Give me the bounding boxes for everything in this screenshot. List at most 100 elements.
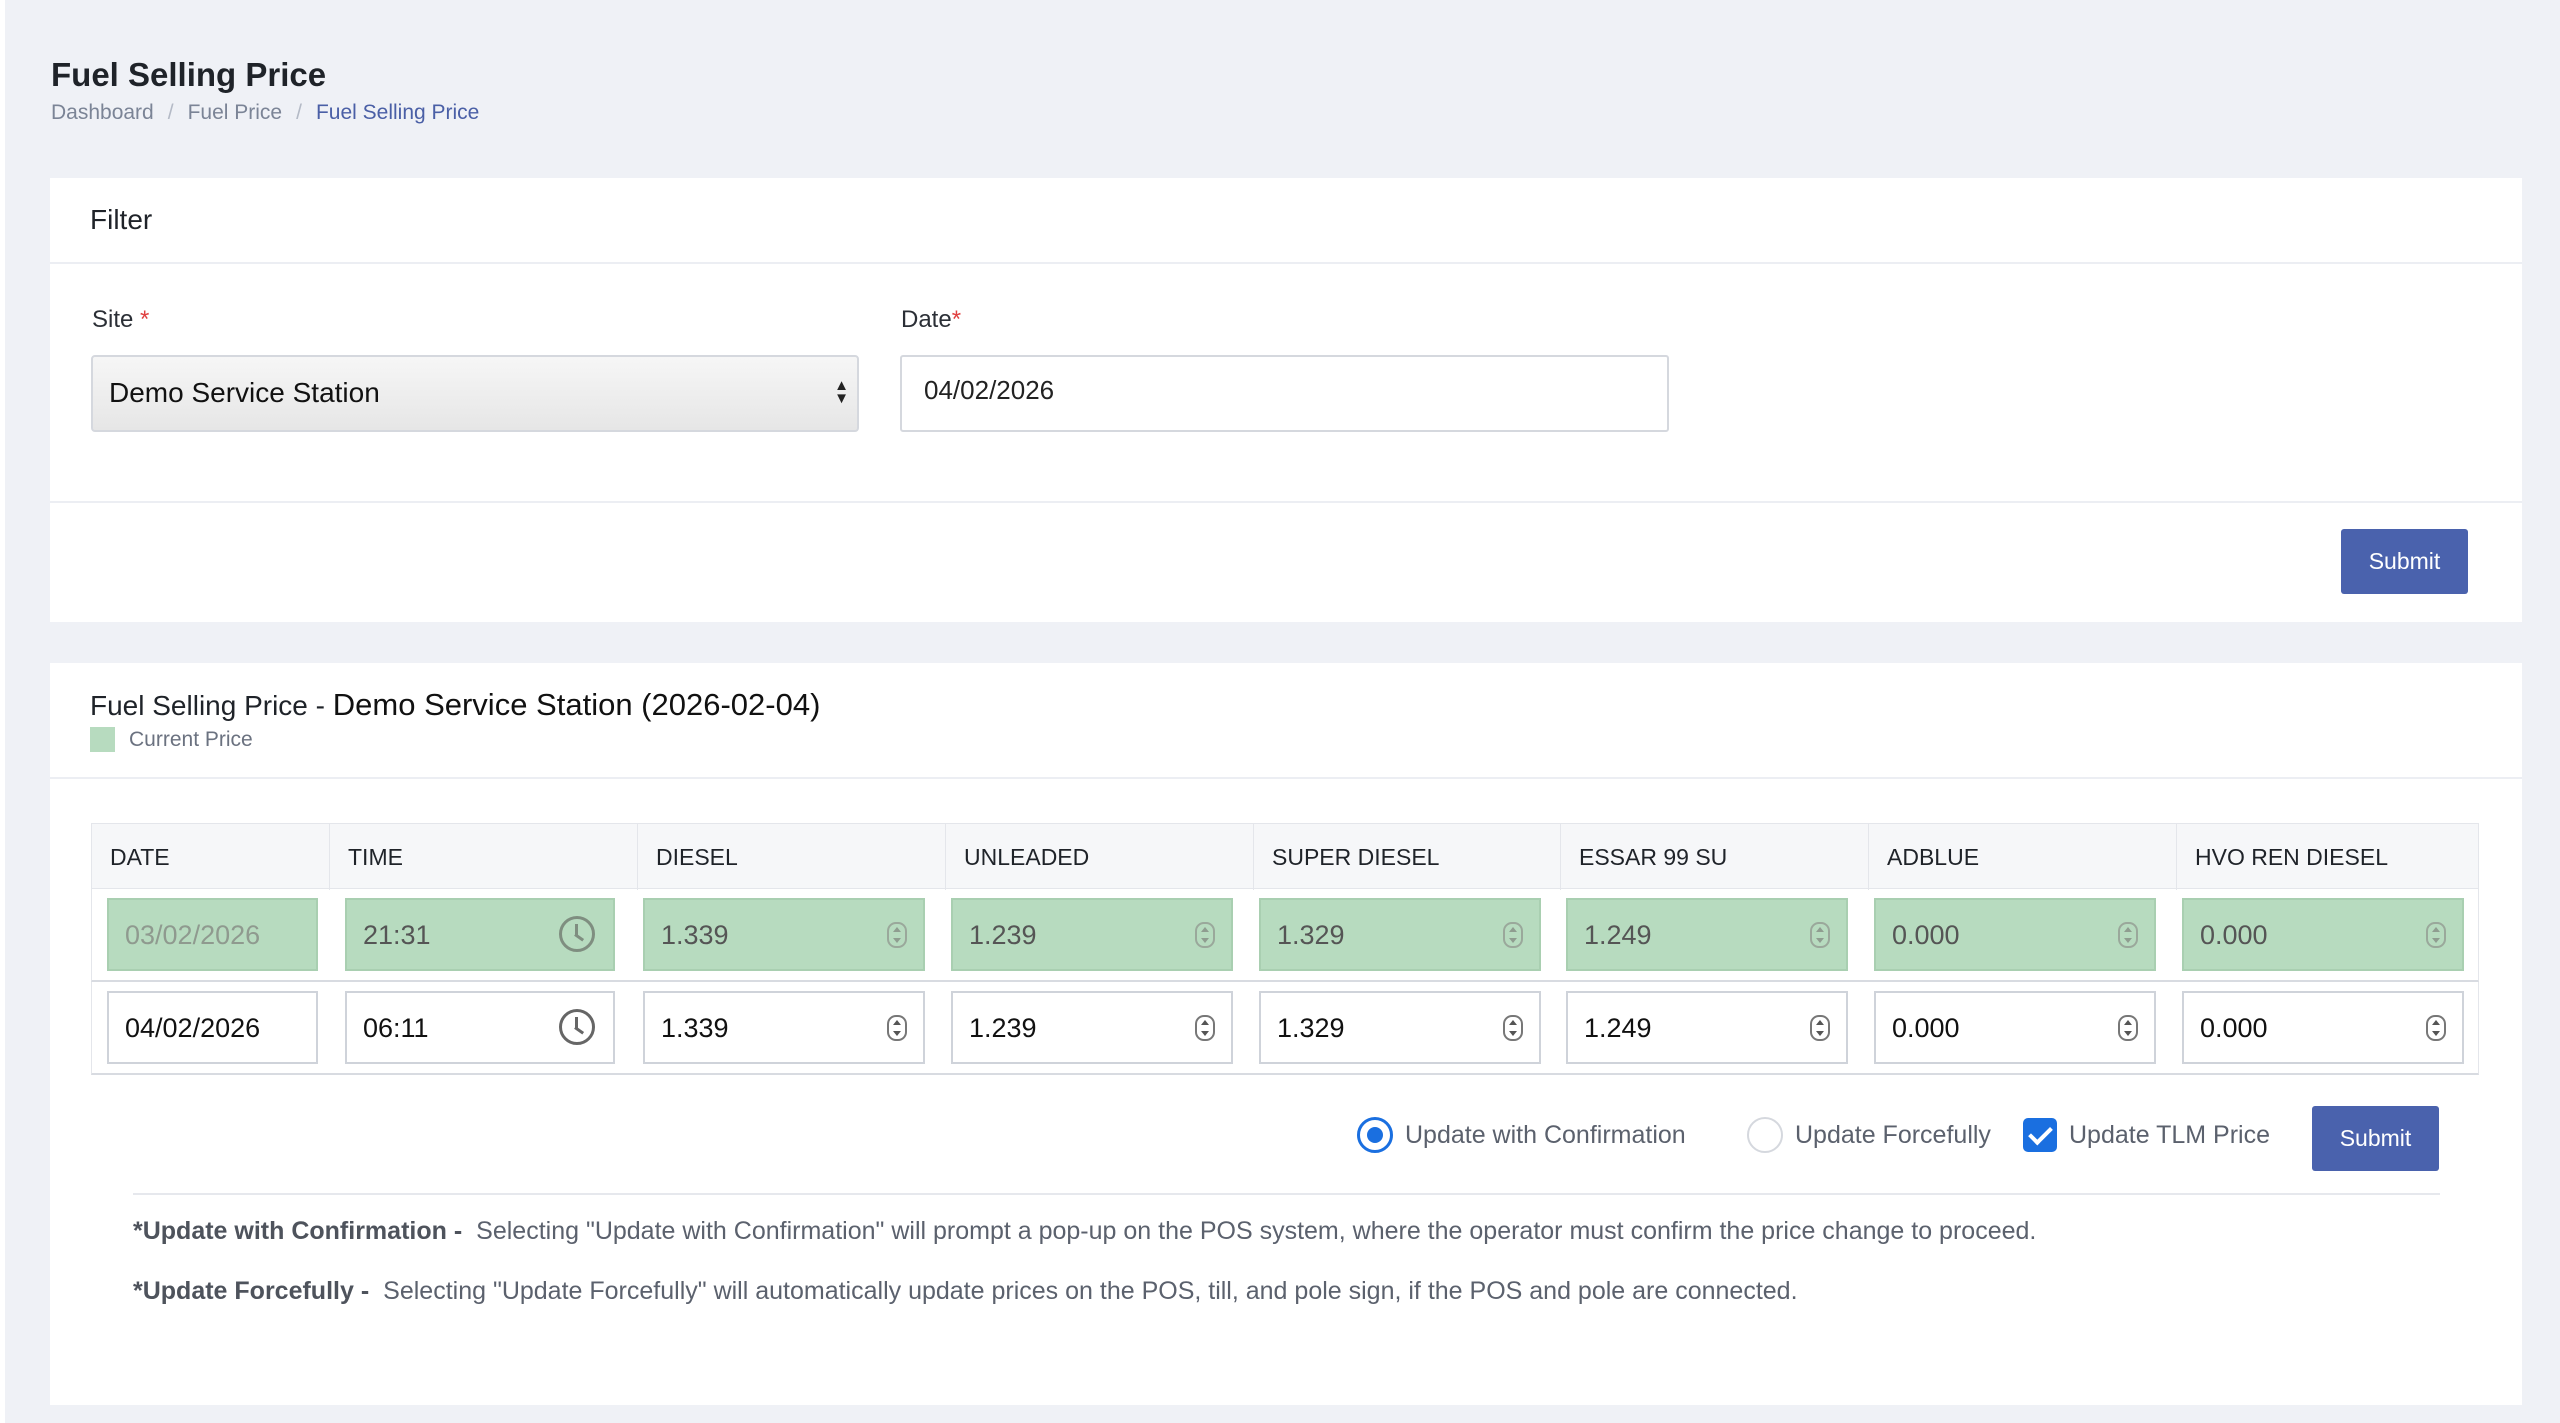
col-essar-99-su: ESSAR 99 SU [1561,824,1869,890]
legend-label: Current Price [129,727,253,751]
col-time: TIME [330,824,638,890]
date-label: Date* [901,306,961,334]
spinner-icon[interactable] [1810,1015,1830,1041]
new-unleaded-input[interactable]: 1.239 [951,991,1233,1064]
price-title-site: Demo Service Station (2026-02-04) [332,687,821,722]
clock-icon[interactable] [559,1009,595,1045]
new-adblue-input[interactable]: 0.000 [1874,991,2156,1064]
price-table: DATE TIME DIESEL UNLEADED SUPER DIESEL E… [91,823,2479,1075]
spinner-icon[interactable] [2426,922,2446,948]
new-hvo-input[interactable]: 0.000 [2182,991,2464,1064]
filter-divider [50,501,2522,503]
new-date-input[interactable]: 04/02/2026 [107,991,318,1064]
filter-title: Filter [90,204,153,235]
current-super-diesel-value: 1.329 [1277,920,1345,950]
col-adblue: ADBLUE [1869,824,2177,890]
notes-divider [133,1193,2440,1195]
new-essar-value: 1.249 [1584,1013,1652,1043]
left-edge [0,0,5,1423]
note-forcefully-text: Selecting "Update Forcefully" will autom… [383,1277,1798,1305]
required-mark: * [140,306,150,333]
current-unleaded-input[interactable]: 1.239 [951,898,1233,971]
current-super-diesel-input[interactable]: 1.329 [1259,898,1541,971]
radio-confirmation-icon[interactable] [1357,1117,1393,1153]
spinner-icon[interactable] [2426,1015,2446,1041]
spinner-icon[interactable] [2118,922,2138,948]
current-date-value: 03/02/2026 [125,920,261,950]
breadcrumb-current: Fuel Selling Price [315,101,480,124]
breadcrumb-separator: / [167,101,174,124]
radio-forcefully-icon[interactable] [1747,1117,1783,1153]
new-diesel-input[interactable]: 1.339 [643,991,925,1064]
price-title-prefix: Fuel Selling Price - [90,690,325,721]
date-label-text: Date [901,306,952,333]
spinner-icon[interactable] [1195,922,1215,948]
current-time-input[interactable]: 21:31 [345,898,615,971]
new-essar-input[interactable]: 1.249 [1566,991,1848,1064]
note-confirmation: *Update with Confirmation - Selecting "Up… [133,1217,2036,1246]
current-time-value: 21:31 [363,920,431,950]
new-date-value: 04/02/2026 [125,1013,261,1043]
checkbox-tlm-icon[interactable] [2023,1118,2057,1152]
breadcrumb-fuel-price[interactable]: Fuel Price [188,101,283,125]
table-row-current: 03/02/2026 21:31 1.339 1.239 1.329 1.249… [91,889,2479,982]
breadcrumb-separator: / [296,101,302,124]
option-update-tlm[interactable]: Update TLM Price [2023,1105,2270,1165]
page-title: Fuel Selling Price [51,56,327,93]
filter-card: Filter Site * Demo Service Station ▲ ▼ Da… [50,178,2522,622]
price-submit-button[interactable]: Submit [2312,1106,2439,1171]
option-tlm-label: Update TLM Price [2069,1120,2271,1149]
required-mark: * [951,306,962,333]
col-super-diesel: SUPER DIESEL [1254,824,1561,890]
site-label: Site * [92,306,149,334]
current-diesel-input[interactable]: 1.339 [643,898,925,971]
date-input-value: 04/02/2026 [924,375,1055,405]
option-update-confirmation[interactable]: Update with Confirmation [1357,1105,1686,1165]
table-row-new: 04/02/2026 06:11 1.339 1.239 1.329 1.249… [91,982,2479,1075]
current-hvo-value: 0.000 [2200,920,2268,950]
legend: Current Price [90,727,253,752]
breadcrumb: Dashboard / Fuel Price / Fuel Selling Pr… [51,101,479,125]
breadcrumb-dashboard[interactable]: Dashboard [51,101,154,125]
col-date: DATE [92,824,330,890]
new-super-diesel-value: 1.329 [1277,1013,1345,1043]
site-select-value: Demo Service Station [109,377,380,408]
new-adblue-value: 0.000 [1892,1013,1960,1043]
current-adblue-value: 0.000 [1892,920,1960,950]
option-update-forcefully[interactable]: Update Forcefully [1747,1105,1991,1165]
table-header: DATE TIME DIESEL UNLEADED SUPER DIESEL E… [91,823,2479,890]
spinner-icon[interactable] [887,922,907,948]
note-forcefully: *Update Forcefully - Selecting "Update Fo… [133,1277,1798,1306]
price-title: Fuel Selling Price - Demo Service Statio… [90,687,820,723]
current-essar-input[interactable]: 1.249 [1566,898,1848,971]
current-unleaded-value: 1.239 [969,920,1037,950]
new-time-input[interactable]: 06:11 [345,991,615,1064]
spinner-icon[interactable] [2118,1015,2138,1041]
current-adblue-input[interactable]: 0.000 [1874,898,2156,971]
option-confirmation-label: Update with Confirmation [1405,1120,1686,1149]
spinner-icon[interactable] [887,1015,907,1041]
current-date-input[interactable]: 03/02/2026 [107,898,318,971]
spinner-icon[interactable] [1810,922,1830,948]
price-card-header: Fuel Selling Price - Demo Service Statio… [50,663,2522,779]
col-diesel: DIESEL [638,824,946,890]
note-confirmation-text: Selecting "Update with Confirmation" wil… [476,1217,2037,1245]
site-select[interactable]: Demo Service Station ▲ ▼ [91,355,859,432]
spinner-icon[interactable] [1503,922,1523,948]
current-diesel-value: 1.339 [661,920,729,950]
spinner-icon[interactable] [1195,1015,1215,1041]
new-hvo-value: 0.000 [2200,1013,2268,1043]
select-arrows-icon: ▲ ▼ [834,377,849,407]
current-hvo-input[interactable]: 0.000 [2182,898,2464,971]
spinner-icon[interactable] [1503,1015,1523,1041]
col-hvo-ren-diesel: HVO REN DIESEL [2195,844,2388,870]
current-essar-value: 1.249 [1584,920,1652,950]
new-super-diesel-input[interactable]: 1.329 [1259,991,1541,1064]
col-unleaded: UNLEADED [946,824,1254,890]
option-forcefully-label: Update Forcefully [1795,1120,1991,1149]
date-input[interactable]: 04/02/2026 [900,355,1669,432]
new-time-value: 06:11 [363,1013,429,1043]
filter-submit-button[interactable]: Submit [2341,529,2468,594]
note-forcefully-title: *Update Forcefully - [133,1277,370,1305]
new-unleaded-value: 1.239 [969,1013,1037,1043]
